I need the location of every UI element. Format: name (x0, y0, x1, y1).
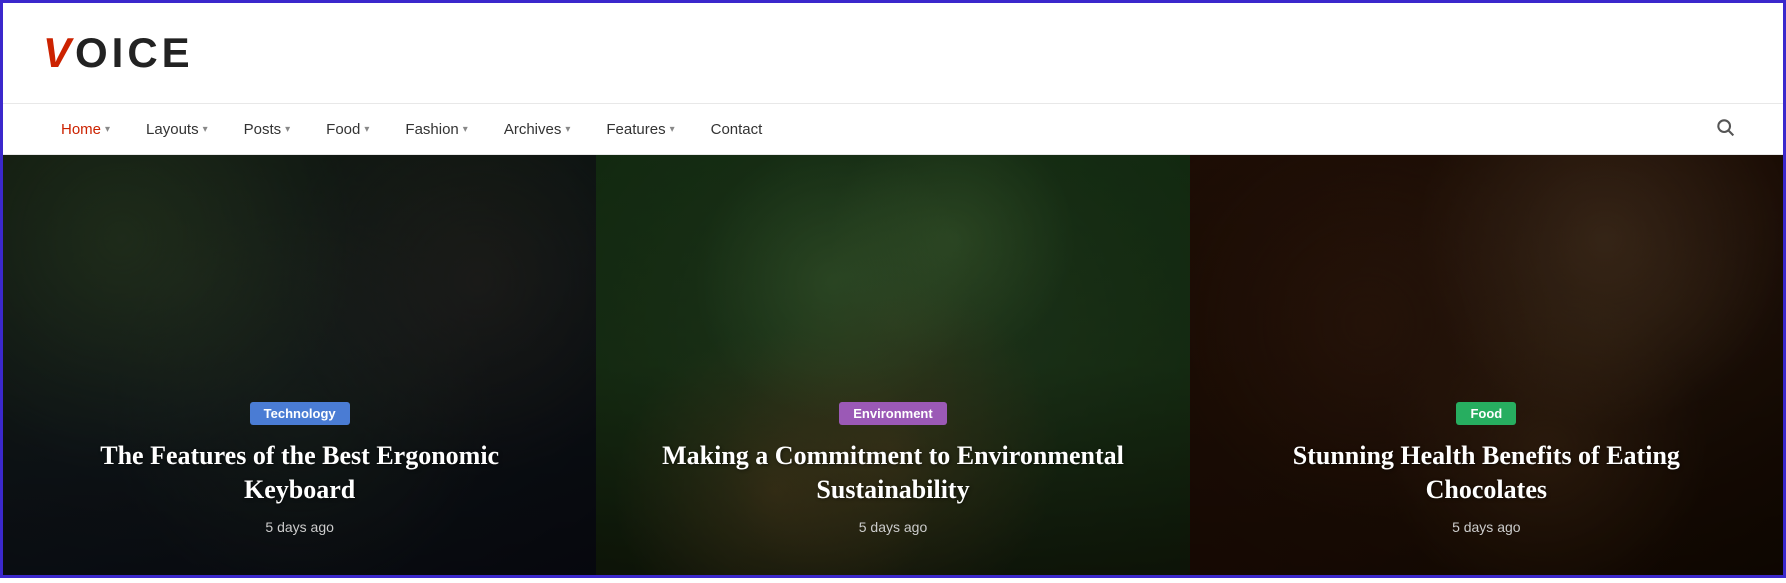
nav-item-posts[interactable]: Posts ▾ (226, 107, 309, 152)
nav-item-contact[interactable]: Contact (693, 107, 781, 152)
nav-menu: Home ▾ Layouts ▾ Posts ▾ Food ▾ Fashion … (43, 107, 780, 152)
card-2-date: 5 days ago (636, 519, 1149, 535)
badge-technology: Technology (250, 402, 350, 425)
nav-item-food[interactable]: Food ▾ (308, 107, 387, 152)
card-food[interactable]: Food Stunning Health Benefits of Eating … (1190, 155, 1783, 575)
card-1-content: Technology The Features of the Best Ergo… (3, 372, 596, 575)
logo-v: V (43, 29, 75, 76)
nav-item-home[interactable]: Home ▾ (43, 107, 128, 152)
search-button[interactable] (1707, 109, 1743, 150)
nav-label-contact: Contact (711, 121, 763, 138)
card-3-title: Stunning Health Benefits of Eating Choco… (1230, 439, 1743, 507)
nav-label-food: Food (326, 121, 360, 138)
nav-label-fashion: Fashion (405, 121, 458, 138)
card-2-title: Making a Commitment to Environmental Sus… (636, 439, 1149, 507)
card-3-content: Food Stunning Health Benefits of Eating … (1190, 372, 1783, 575)
search-icon (1715, 117, 1735, 137)
card-environment[interactable]: Environment Making a Commitment to Envir… (596, 155, 1189, 575)
logo-rest: OICE (75, 29, 194, 76)
nav-label-home: Home (61, 121, 101, 138)
chevron-down-icon: ▾ (670, 124, 675, 135)
navigation: Home ▾ Layouts ▾ Posts ▾ Food ▾ Fashion … (3, 103, 1783, 155)
card-3-date: 5 days ago (1230, 519, 1743, 535)
chevron-down-icon: ▾ (364, 124, 369, 135)
card-technology[interactable]: Technology The Features of the Best Ergo… (3, 155, 596, 575)
site-logo[interactable]: VOICE (43, 29, 194, 77)
card-1-date: 5 days ago (43, 519, 556, 535)
nav-item-archives[interactable]: Archives ▾ (486, 107, 589, 152)
chevron-down-icon: ▾ (565, 124, 570, 135)
nav-item-features[interactable]: Features ▾ (588, 107, 692, 152)
nav-item-fashion[interactable]: Fashion ▾ (387, 107, 485, 152)
nav-item-layouts[interactable]: Layouts ▾ (128, 107, 226, 152)
chevron-down-icon: ▾ (463, 124, 468, 135)
chevron-down-icon: ▾ (105, 124, 110, 135)
nav-label-layouts: Layouts (146, 121, 199, 138)
nav-label-features: Features (606, 121, 665, 138)
header: VOICE (3, 3, 1783, 103)
nav-label-archives: Archives (504, 121, 562, 138)
card-1-title: The Features of the Best Ergonomic Keybo… (43, 439, 556, 507)
chevron-down-icon: ▾ (285, 124, 290, 135)
badge-food: Food (1456, 402, 1516, 425)
chevron-down-icon: ▾ (203, 124, 208, 135)
nav-label-posts: Posts (244, 121, 282, 138)
badge-environment: Environment (839, 402, 946, 425)
featured-cards: Technology The Features of the Best Ergo… (3, 155, 1783, 575)
card-2-content: Environment Making a Commitment to Envir… (596, 372, 1189, 575)
